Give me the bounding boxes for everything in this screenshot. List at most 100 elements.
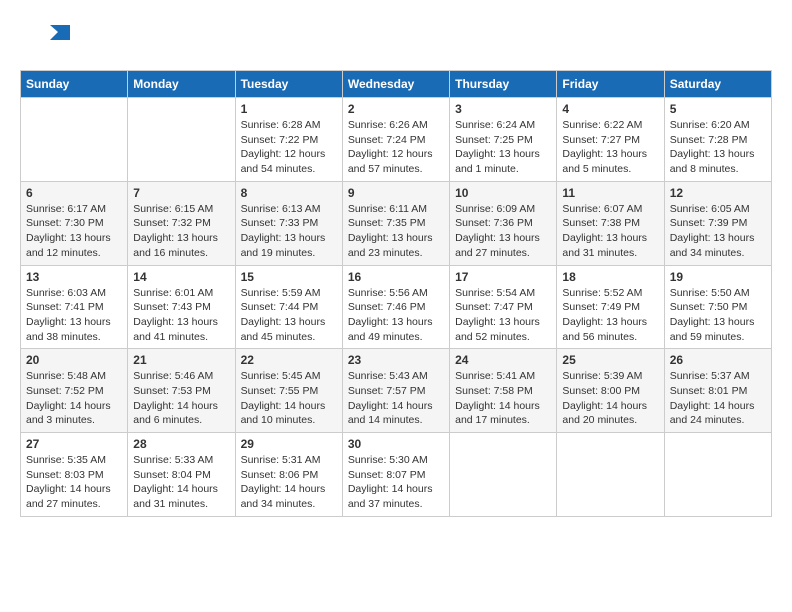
day-info: Sunrise: 5:37 AMSunset: 8:01 PMDaylight:…	[670, 369, 766, 428]
calendar-header-friday: Friday	[557, 71, 664, 98]
logo: General Blue	[20, 20, 74, 60]
calendar-cell: 8Sunrise: 6:13 AMSunset: 7:33 PMDaylight…	[235, 181, 342, 265]
day-number: 7	[133, 186, 229, 200]
calendar-week-row: 20 Sunrise: 5:48 AMSunset: 7:52 PMDayligh…	[21, 349, 772, 433]
day-info: Sunrise: 5:43 AMSunset: 7:57 PMDaylight:…	[348, 369, 444, 428]
calendar-cell: 14 Sunrise: 6:01 AMSunset: 7:43 PMDayligh…	[128, 265, 235, 349]
day-number: 29	[241, 437, 337, 451]
day-info: Sunrise: 6:24 AMSunset: 7:25 PMDaylight:…	[455, 118, 551, 177]
calendar-cell: 17 Sunrise: 5:54 AMSunset: 7:47 PMDayligh…	[450, 265, 557, 349]
day-number: 12	[670, 186, 766, 200]
day-number: 5	[670, 102, 766, 116]
calendar-cell: 1 Sunrise: 6:28 AMSunset: 7:22 PMDaylight…	[235, 98, 342, 182]
day-number: 10	[455, 186, 551, 200]
calendar-week-row: 6Sunrise: 6:17 AMSunset: 7:30 PMDaylight…	[21, 181, 772, 265]
day-info: Sunrise: 6:28 AMSunset: 7:22 PMDaylight:…	[241, 118, 337, 177]
day-number: 19	[670, 270, 766, 284]
day-info: Sunrise: 5:33 AMSunset: 8:04 PMDaylight:…	[133, 453, 229, 512]
calendar-cell: 4 Sunrise: 6:22 AMSunset: 7:27 PMDaylight…	[557, 98, 664, 182]
day-number: 24	[455, 353, 551, 367]
day-info: Sunrise: 6:17 AMSunset: 7:30 PMDaylight:…	[26, 202, 122, 261]
day-info: Sunrise: 6:11 AMSunset: 7:35 PMDaylight:…	[348, 202, 444, 261]
day-info: Sunrise: 5:31 AMSunset: 8:06 PMDaylight:…	[241, 453, 337, 512]
calendar-cell: 26 Sunrise: 5:37 AMSunset: 8:01 PMDayligh…	[664, 349, 771, 433]
day-number: 16	[348, 270, 444, 284]
day-info: Sunrise: 6:07 AMSunset: 7:38 PMDaylight:…	[562, 202, 658, 261]
calendar-cell: 20 Sunrise: 5:48 AMSunset: 7:52 PMDayligh…	[21, 349, 128, 433]
calendar-cell: 9 Sunrise: 6:11 AMSunset: 7:35 PMDaylight…	[342, 181, 449, 265]
day-number: 20	[26, 353, 122, 367]
calendar-header-saturday: Saturday	[664, 71, 771, 98]
day-info: Sunrise: 6:13 AMSunset: 7:33 PMDaylight:…	[241, 202, 337, 261]
day-info: Sunrise: 5:35 AMSunset: 8:03 PMDaylight:…	[26, 453, 122, 512]
day-info: Sunrise: 6:01 AMSunset: 7:43 PMDaylight:…	[133, 286, 229, 345]
calendar-cell: 19 Sunrise: 5:50 AMSunset: 7:50 PMDayligh…	[664, 265, 771, 349]
calendar-cell: 25 Sunrise: 5:39 AMSunset: 8:00 PMDayligh…	[557, 349, 664, 433]
calendar-cell: 5 Sunrise: 6:20 AMSunset: 7:28 PMDaylight…	[664, 98, 771, 182]
day-number: 26	[670, 353, 766, 367]
calendar-header-tuesday: Tuesday	[235, 71, 342, 98]
calendar-week-row: 1 Sunrise: 6:28 AMSunset: 7:22 PMDaylight…	[21, 98, 772, 182]
day-info: Sunrise: 5:56 AMSunset: 7:46 PMDaylight:…	[348, 286, 444, 345]
day-info: Sunrise: 6:26 AMSunset: 7:24 PMDaylight:…	[348, 118, 444, 177]
calendar-header-thursday: Thursday	[450, 71, 557, 98]
day-number: 23	[348, 353, 444, 367]
calendar-cell: 28 Sunrise: 5:33 AMSunset: 8:04 PMDayligh…	[128, 433, 235, 517]
day-number: 1	[241, 102, 337, 116]
day-info: Sunrise: 5:52 AMSunset: 7:49 PMDaylight:…	[562, 286, 658, 345]
calendar-cell: 27 Sunrise: 5:35 AMSunset: 8:03 PMDayligh…	[21, 433, 128, 517]
day-number: 11	[562, 186, 658, 200]
day-info: Sunrise: 5:59 AMSunset: 7:44 PMDaylight:…	[241, 286, 337, 345]
calendar-cell: 12 Sunrise: 6:05 AMSunset: 7:39 PMDayligh…	[664, 181, 771, 265]
day-number: 30	[348, 437, 444, 451]
calendar-cell: 24Sunrise: 5:41 AMSunset: 7:58 PMDayligh…	[450, 349, 557, 433]
calendar-header-sunday: Sunday	[21, 71, 128, 98]
day-number: 13	[26, 270, 122, 284]
day-number: 18	[562, 270, 658, 284]
calendar-cell	[450, 433, 557, 517]
day-info: Sunrise: 6:05 AMSunset: 7:39 PMDaylight:…	[670, 202, 766, 261]
calendar-table: SundayMondayTuesdayWednesdayThursdayFrid…	[20, 70, 772, 517]
calendar-cell: 6Sunrise: 6:17 AMSunset: 7:30 PMDaylight…	[21, 181, 128, 265]
calendar-cell: 3Sunrise: 6:24 AMSunset: 7:25 PMDaylight…	[450, 98, 557, 182]
calendar-cell: 13Sunrise: 6:03 AMSunset: 7:41 PMDayligh…	[21, 265, 128, 349]
day-info: Sunrise: 5:30 AMSunset: 8:07 PMDaylight:…	[348, 453, 444, 512]
day-info: Sunrise: 6:15 AMSunset: 7:32 PMDaylight:…	[133, 202, 229, 261]
day-number: 15	[241, 270, 337, 284]
calendar-cell: 15 Sunrise: 5:59 AMSunset: 7:44 PMDayligh…	[235, 265, 342, 349]
day-info: Sunrise: 5:54 AMSunset: 7:47 PMDaylight:…	[455, 286, 551, 345]
day-number: 28	[133, 437, 229, 451]
calendar-week-row: 27 Sunrise: 5:35 AMSunset: 8:03 PMDayligh…	[21, 433, 772, 517]
day-number: 22	[241, 353, 337, 367]
day-info: Sunrise: 5:46 AMSunset: 7:53 PMDaylight:…	[133, 369, 229, 428]
calendar-cell: 7 Sunrise: 6:15 AMSunset: 7:32 PMDaylight…	[128, 181, 235, 265]
day-number: 25	[562, 353, 658, 367]
day-number: 27	[26, 437, 122, 451]
calendar-cell	[664, 433, 771, 517]
calendar-cell: 10 Sunrise: 6:09 AMSunset: 7:36 PMDayligh…	[450, 181, 557, 265]
calendar-cell: 22Sunrise: 5:45 AMSunset: 7:55 PMDayligh…	[235, 349, 342, 433]
calendar-cell	[21, 98, 128, 182]
day-info: Sunrise: 6:09 AMSunset: 7:36 PMDaylight:…	[455, 202, 551, 261]
calendar-cell: 16 Sunrise: 5:56 AMSunset: 7:46 PMDayligh…	[342, 265, 449, 349]
logo-svg	[20, 20, 70, 60]
calendar-cell: 29 Sunrise: 5:31 AMSunset: 8:06 PMDayligh…	[235, 433, 342, 517]
day-number: 4	[562, 102, 658, 116]
calendar-week-row: 13Sunrise: 6:03 AMSunset: 7:41 PMDayligh…	[21, 265, 772, 349]
day-number: 9	[348, 186, 444, 200]
calendar-cell: 30 Sunrise: 5:30 AMSunset: 8:07 PMDayligh…	[342, 433, 449, 517]
calendar-cell: 18 Sunrise: 5:52 AMSunset: 7:49 PMDayligh…	[557, 265, 664, 349]
day-number: 2	[348, 102, 444, 116]
day-info: Sunrise: 6:22 AMSunset: 7:27 PMDaylight:…	[562, 118, 658, 177]
calendar-header-row: SundayMondayTuesdayWednesdayThursdayFrid…	[21, 71, 772, 98]
calendar-header-wednesday: Wednesday	[342, 71, 449, 98]
day-info: Sunrise: 5:50 AMSunset: 7:50 PMDaylight:…	[670, 286, 766, 345]
calendar-cell	[557, 433, 664, 517]
day-number: 14	[133, 270, 229, 284]
day-info: Sunrise: 5:39 AMSunset: 8:00 PMDaylight:…	[562, 369, 658, 428]
day-info: Sunrise: 6:20 AMSunset: 7:28 PMDaylight:…	[670, 118, 766, 177]
calendar-cell: 11 Sunrise: 6:07 AMSunset: 7:38 PMDayligh…	[557, 181, 664, 265]
page-header: General Blue	[20, 20, 772, 60]
day-info: Sunrise: 5:48 AMSunset: 7:52 PMDaylight:…	[26, 369, 122, 428]
day-number: 17	[455, 270, 551, 284]
